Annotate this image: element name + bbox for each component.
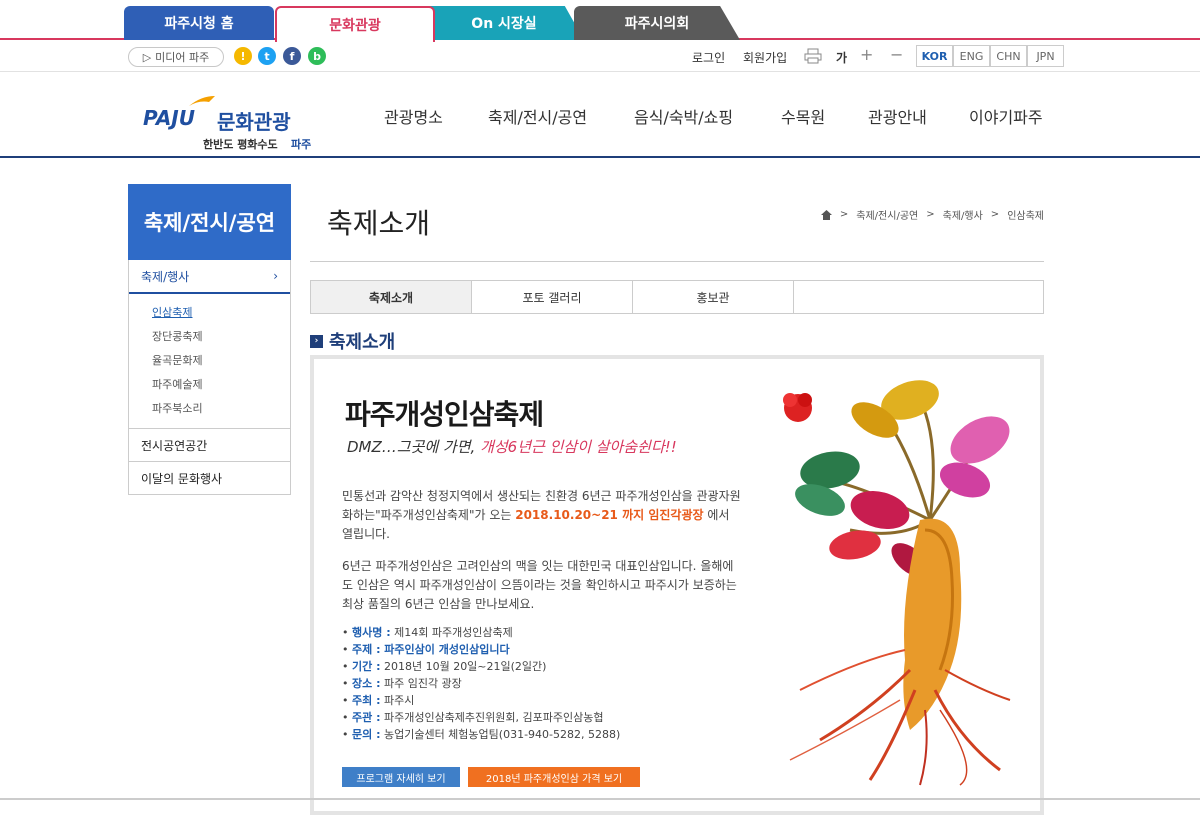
print-icon[interactable] xyxy=(804,48,822,64)
nav-festivals[interactable]: 축제/전시/공연 xyxy=(488,104,587,128)
info-row-organizer: • 주관 : 파주개성인삼축제추진위원회, 김포파주인삼농협 xyxy=(342,711,604,724)
font-increase-button[interactable]: + xyxy=(860,45,873,64)
sidebar-sub-yulgok[interactable]: 율곡문화제 xyxy=(129,348,290,372)
sidebar-item-label: 축제/행사 xyxy=(141,269,190,284)
info-row-host: • 주최 : 파주시 xyxy=(342,694,415,707)
title-divider xyxy=(310,261,1044,262)
lang-jpn[interactable]: JPN xyxy=(1027,45,1064,67)
nav-story-paju[interactable]: 이야기파주 xyxy=(969,104,1043,128)
section-bullet-icon: › xyxy=(310,334,323,348)
nav-attractions[interactable]: 관광명소 xyxy=(384,104,443,128)
info-value: 파주 임진각 광장 xyxy=(380,677,462,690)
media-paju-label: 미디어 파주 xyxy=(155,51,210,64)
festival-paragraph-2: 6년근 파주개성인삼은 고려인삼의 맥을 잇는 대한민국 대표인삼입니다. 올해… xyxy=(342,559,737,611)
info-key: 주최 : xyxy=(352,694,381,707)
tab-mayor-office[interactable]: On 시장실 xyxy=(424,6,584,40)
sidebar-item-festivals[interactable]: 축제/행사 › xyxy=(129,260,290,294)
info-value: 파주개성인삼축제추진위원회, 김포파주인삼농협 xyxy=(380,711,604,724)
play-icon: ▷ xyxy=(142,50,152,64)
sidebar-sub-jangdan-bean[interactable]: 장단콩축제 xyxy=(129,324,290,348)
info-row-name: • 행사명 : 제14회 파주개성인삼축제 xyxy=(342,626,513,639)
tab-culture-tourism[interactable]: 문화관광 xyxy=(275,6,435,42)
sidebar-item-label: 전시공연공간 xyxy=(141,438,208,453)
facebook-icon[interactable]: f xyxy=(283,47,301,65)
nav-food-lodging[interactable]: 음식/숙박/쇼핑 xyxy=(634,104,733,128)
font-decrease-button[interactable]: − xyxy=(890,45,903,64)
info-row-contact: • 문의 : 농업기술센터 체험농업팀(031-940-5282, 5288) xyxy=(342,728,621,741)
tab-photo-gallery[interactable]: 포토 갤러리 xyxy=(472,281,633,313)
tab-city-council[interactable]: 파주시의회 xyxy=(574,6,740,40)
breadcrumb-item[interactable]: 축제/행사 xyxy=(943,207,983,222)
breadcrumb-sep: > xyxy=(926,209,935,220)
tab-festival-intro[interactable]: 축제소개 xyxy=(311,281,472,313)
festival-slogan-part: DMZ…그곳에 가면, xyxy=(347,438,481,456)
nav-arboretum[interactable]: 수목원 xyxy=(781,104,825,128)
sidebar-sub-art-festival[interactable]: 파주예술제 xyxy=(129,372,290,396)
sidebar-sub-booksori[interactable]: 파주북소리 xyxy=(129,396,290,420)
logo-name: 문화관광 xyxy=(217,110,291,134)
nav-tour-guide[interactable]: 관광안내 xyxy=(868,104,927,128)
sidebar-menu: 축제/행사 › 인삼축제 장단콩축제 율곡문화제 파주예술제 파주북소리 전시공… xyxy=(128,260,291,495)
breadcrumb: > 축제/전시/공연 > 축제/행사 > 인삼축제 xyxy=(820,207,1044,222)
breadcrumb-item[interactable]: 축제/전시/공연 xyxy=(856,207,918,222)
login-link[interactable]: 로그인 xyxy=(692,49,725,66)
info-row-theme: • 주제 : 파주인삼이 개성인삼입니다 xyxy=(342,643,510,656)
join-link[interactable]: 회원가입 xyxy=(743,49,787,66)
site-header: PAJU 문화관광 한반도 평화수도 파주 관광명소 축제/전시/공연 음식/숙… xyxy=(0,72,1200,158)
top-tab-bar: 파주시청 홈 문화관광 On 시장실 파주시의회 xyxy=(0,0,1200,42)
festival-paragraph-1: 민통선과 감악산 청정지역에서 생산되는 친환경 6년근 파주개성인삼을 관광자… xyxy=(342,487,742,544)
info-row-venue: • 장소 : 파주 임진각 광장 xyxy=(342,677,462,690)
info-value: 제14회 파주개성인삼축제 xyxy=(390,626,513,639)
sidebar-item-exhibition-space[interactable]: 전시공연공간 xyxy=(129,428,290,461)
lang-kor[interactable]: KOR xyxy=(916,45,953,67)
info-value: 농업기술센터 체험농업팀(031-940-5282, 5288) xyxy=(380,728,621,741)
kakaostory-icon[interactable]: ! xyxy=(234,47,252,65)
blog-icon[interactable]: b xyxy=(308,47,326,65)
info-key: 주관 : xyxy=(352,711,381,724)
page-title: 축제소개 xyxy=(327,207,431,240)
tab-promotion[interactable]: 홍보관 xyxy=(633,281,794,313)
tab-city-home[interactable]: 파주시청 홈 xyxy=(124,6,274,40)
lang-eng[interactable]: ENG xyxy=(953,45,990,67)
utility-bar: ▷ 미디어 파주 ! t f b 로그인 회원가입 가 + − KOR ENG … xyxy=(0,40,1200,72)
chevron-right-icon: › xyxy=(273,269,278,283)
content-tabs: 축제소개 포토 갤러리 홍보관 xyxy=(310,280,1044,314)
logo-slogan-city: 파주 xyxy=(291,138,312,151)
info-key: 행사명 : xyxy=(352,626,391,639)
section-title: 축제소개 xyxy=(329,332,396,353)
media-paju-button[interactable]: ▷ 미디어 파주 xyxy=(128,47,224,67)
festival-slogan: DMZ…그곳에 가면, 개성6년근 인삼이 살아숨쉰다!! xyxy=(347,436,677,457)
info-key: 문의 : xyxy=(352,728,381,741)
site-logo[interactable]: PAJU 문화관광 한반도 평화수도 파주 xyxy=(143,94,323,154)
info-value: 파주인삼이 개성인삼입니다 xyxy=(380,643,510,656)
ginseng-price-button[interactable]: 2018년 파주개성인삼 가격 보기 xyxy=(468,767,640,787)
sidebar-sub-ginseng[interactable]: 인삼축제 xyxy=(129,300,290,324)
sidebar-item-monthly-events[interactable]: 이달의 문화행사 xyxy=(129,461,290,494)
info-key: 주제 : xyxy=(352,643,381,656)
info-key: 기간 : xyxy=(352,660,381,673)
breadcrumb-sep: > xyxy=(839,209,849,220)
info-value: 2018년 10월 20일~21일(2일간) xyxy=(380,660,547,673)
info-key: 장소 : xyxy=(352,677,381,690)
sidebar-item-label: 이달의 문화행사 xyxy=(141,471,223,486)
info-value: 파주시 xyxy=(380,694,415,707)
program-detail-button[interactable]: 프로그램 자세히 보기 xyxy=(342,767,460,787)
ginseng-illustration xyxy=(783,380,1011,786)
breadcrumb-current: 인삼축제 xyxy=(1007,211,1044,222)
festival-info-list: • 행사명 : 제14회 파주개성인삼축제 • 주제 : 파주인삼이 개성인삼입… xyxy=(342,624,742,743)
font-size-label: 가 xyxy=(836,51,848,65)
logo-brand: PAJU xyxy=(143,106,195,130)
festival-date-highlight: 2018.10.20~21 까지 임진각광장 xyxy=(515,508,704,522)
info-row-period: • 기간 : 2018년 10월 20일~21일(2일간) xyxy=(342,660,547,673)
twitter-icon[interactable]: t xyxy=(258,47,276,65)
festival-slogan-highlight: 개성6년근 인삼이 살아숨쉰다!! xyxy=(480,438,677,456)
lang-chn[interactable]: CHN xyxy=(990,45,1027,67)
sidebar-title: 축제/전시/공연 xyxy=(128,184,291,260)
section-heading: › 축제소개 xyxy=(310,328,395,354)
festival-title: 파주개성인삼축제 xyxy=(345,398,544,431)
home-icon[interactable] xyxy=(820,209,832,220)
breadcrumb-sep: > xyxy=(990,209,1000,220)
logo-slogan: 한반도 평화수도 xyxy=(203,138,278,151)
